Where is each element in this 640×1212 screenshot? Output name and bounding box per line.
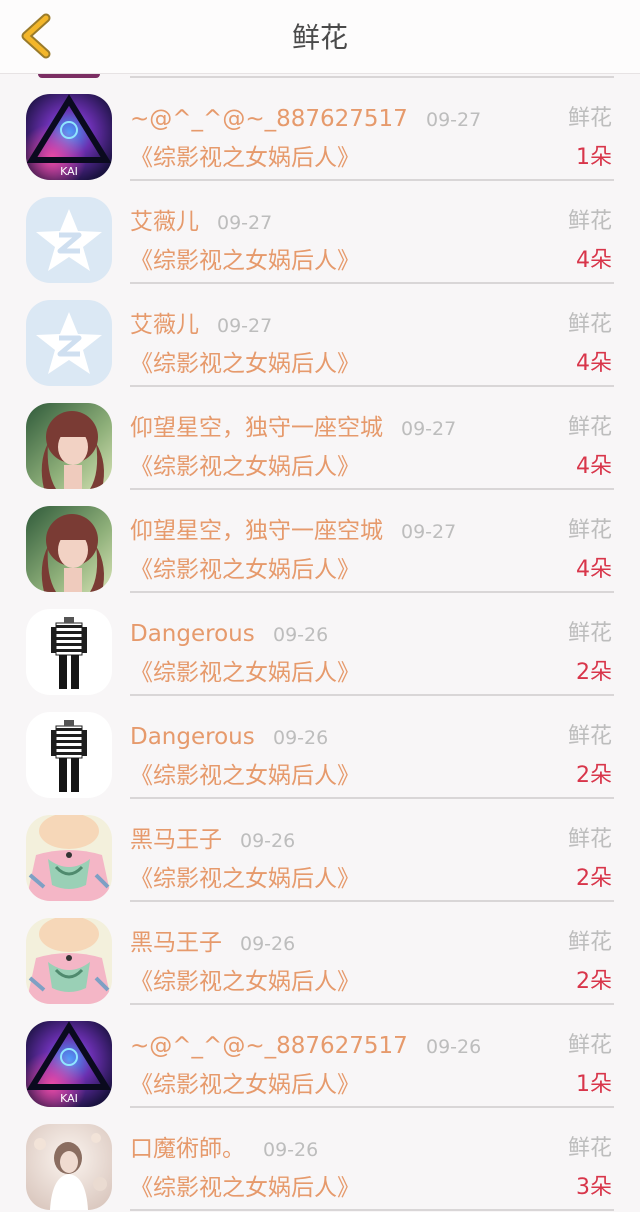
book-title[interactable]: 《综影视之女娲后人》 — [130, 865, 360, 893]
user-name[interactable]: 仰望星空，独守一座空城 — [130, 517, 383, 545]
date: 09-27 — [426, 109, 482, 131]
top-bar: 鲜花 — [0, 0, 640, 74]
date: 09-26 — [240, 830, 296, 852]
avatar[interactable] — [26, 403, 112, 489]
flower-count: 2朵 — [576, 763, 612, 788]
date: 09-26 — [263, 1139, 319, 1161]
user-name[interactable]: Dangerous — [130, 620, 255, 648]
gift-type: 鲜花 — [567, 827, 612, 852]
user-name[interactable]: 口魔術師。 — [130, 1135, 245, 1163]
flower-count: 1朵 — [576, 145, 612, 170]
list-item[interactable]: KAI ~@^_^@~_887627517 09-26 鲜花《综影视之女娲后人》 1朵 — [0, 1001, 640, 1108]
list-item[interactable]: 仰望星空，独守一座空城 09-27 鲜花《综影视之女娲后人》 4朵 — [0, 486, 640, 593]
book-title[interactable]: 《综影视之女娲后人》 — [130, 144, 360, 172]
date: 09-26 — [240, 933, 296, 955]
gift-type: 鲜花 — [567, 724, 612, 749]
flower-count: 2朵 — [576, 660, 612, 685]
gift-type: 鲜花 — [567, 518, 612, 543]
gift-type: 鲜花 — [567, 621, 612, 646]
user-name[interactable]: 艾薇儿 — [130, 311, 199, 339]
book-title[interactable]: 《综影视之女娲后人》 — [130, 762, 360, 790]
flower-count: 4朵 — [576, 351, 612, 376]
user-name[interactable]: 仰望星空，独守一座空城 — [130, 414, 383, 442]
list-item[interactable]: Dangerous 09-26 鲜花《综影视之女娲后人》 2朵 — [0, 692, 640, 799]
list-item[interactable]: 黑马王子 09-26 鲜花《综影视之女娲后人》 2朵 — [0, 898, 640, 1005]
user-name[interactable]: 黑马王子 — [130, 826, 222, 854]
date: 09-27 — [217, 212, 273, 234]
page-title: 鲜花 — [291, 21, 348, 54]
divider — [130, 1209, 614, 1211]
avatar[interactable] — [26, 300, 112, 386]
flower-count: 4朵 — [576, 557, 612, 582]
gift-type: 鲜花 — [567, 1136, 612, 1161]
flower-count: 2朵 — [576, 866, 612, 891]
date: 09-27 — [217, 315, 273, 337]
book-title[interactable]: 《综影视之女娲后人》 — [130, 1071, 360, 1099]
list-item[interactable]: 口魔術師。 09-26 鲜花《综影视之女娲后人》 3朵 — [0, 1104, 640, 1211]
avatar[interactable]: KAI — [26, 94, 112, 180]
user-name[interactable]: Dangerous — [130, 723, 255, 751]
list-item[interactable]: Dangerous 09-26 鲜花《综影视之女娲后人》 2朵 — [0, 589, 640, 696]
gift-type: 鲜花 — [567, 930, 612, 955]
avatar[interactable] — [26, 1124, 112, 1210]
user-name[interactable]: ~@^_^@~_887627517 — [130, 1032, 408, 1060]
avatar[interactable] — [26, 197, 112, 283]
avatar[interactable]: KAI — [26, 1021, 112, 1107]
gift-type: 鲜花 — [567, 415, 612, 440]
gift-type: 鲜花 — [567, 209, 612, 234]
flower-count: 2朵 — [576, 969, 612, 994]
book-title[interactable]: 《综影视之女娲后人》 — [130, 453, 360, 481]
avatar[interactable] — [26, 712, 112, 798]
flower-count: 4朵 — [576, 454, 612, 479]
list-item[interactable]: 黑马王子 09-26 鲜花《综影视之女娲后人》 2朵 — [0, 795, 640, 902]
user-name[interactable]: 黑马王子 — [130, 929, 222, 957]
list-item[interactable]: 艾薇儿 09-27 鲜花《综影视之女娲后人》 4朵 — [0, 177, 640, 284]
book-title[interactable]: 《综影视之女娲后人》 — [130, 968, 360, 996]
avatar[interactable] — [26, 815, 112, 901]
flower-count: 3朵 — [576, 1175, 612, 1200]
book-title[interactable]: 《综影视之女娲后人》 — [130, 659, 360, 687]
book-title[interactable]: 《综影视之女娲后人》 — [130, 556, 360, 584]
list-item[interactable]: KAI ~@^_^@~_887627517 09-27 鲜花《综影视之女娲后人》 1朵 — [0, 74, 640, 181]
date: 09-26 — [273, 624, 329, 646]
avatar[interactable] — [26, 609, 112, 695]
user-name[interactable]: ~@^_^@~_887627517 — [130, 105, 408, 133]
gift-type: 鲜花 — [567, 312, 612, 337]
date: 09-26 — [273, 727, 329, 749]
list-item[interactable]: 艾薇儿 09-27 鲜花《综影视之女娲后人》 4朵 — [0, 280, 640, 387]
flower-count: 4朵 — [576, 248, 612, 273]
book-title[interactable]: 《综影视之女娲后人》 — [130, 247, 360, 275]
avatar[interactable] — [26, 918, 112, 1004]
avatar[interactable] — [26, 506, 112, 592]
gift-type: 鲜花 — [567, 106, 612, 131]
list-item[interactable]: 仰望星空，独守一座空城 09-27 鲜花《综影视之女娲后人》 4朵 — [0, 383, 640, 490]
flower-count: 1朵 — [576, 1072, 612, 1097]
user-name[interactable]: 艾薇儿 — [130, 208, 199, 236]
date: 09-26 — [426, 1036, 482, 1058]
date: 09-27 — [401, 521, 457, 543]
gift-type: 鲜花 — [567, 1033, 612, 1058]
book-title[interactable]: 《综影视之女娲后人》 — [130, 350, 360, 378]
book-title[interactable]: 《综影视之女娲后人》 — [130, 1174, 360, 1202]
date: 09-27 — [401, 418, 457, 440]
